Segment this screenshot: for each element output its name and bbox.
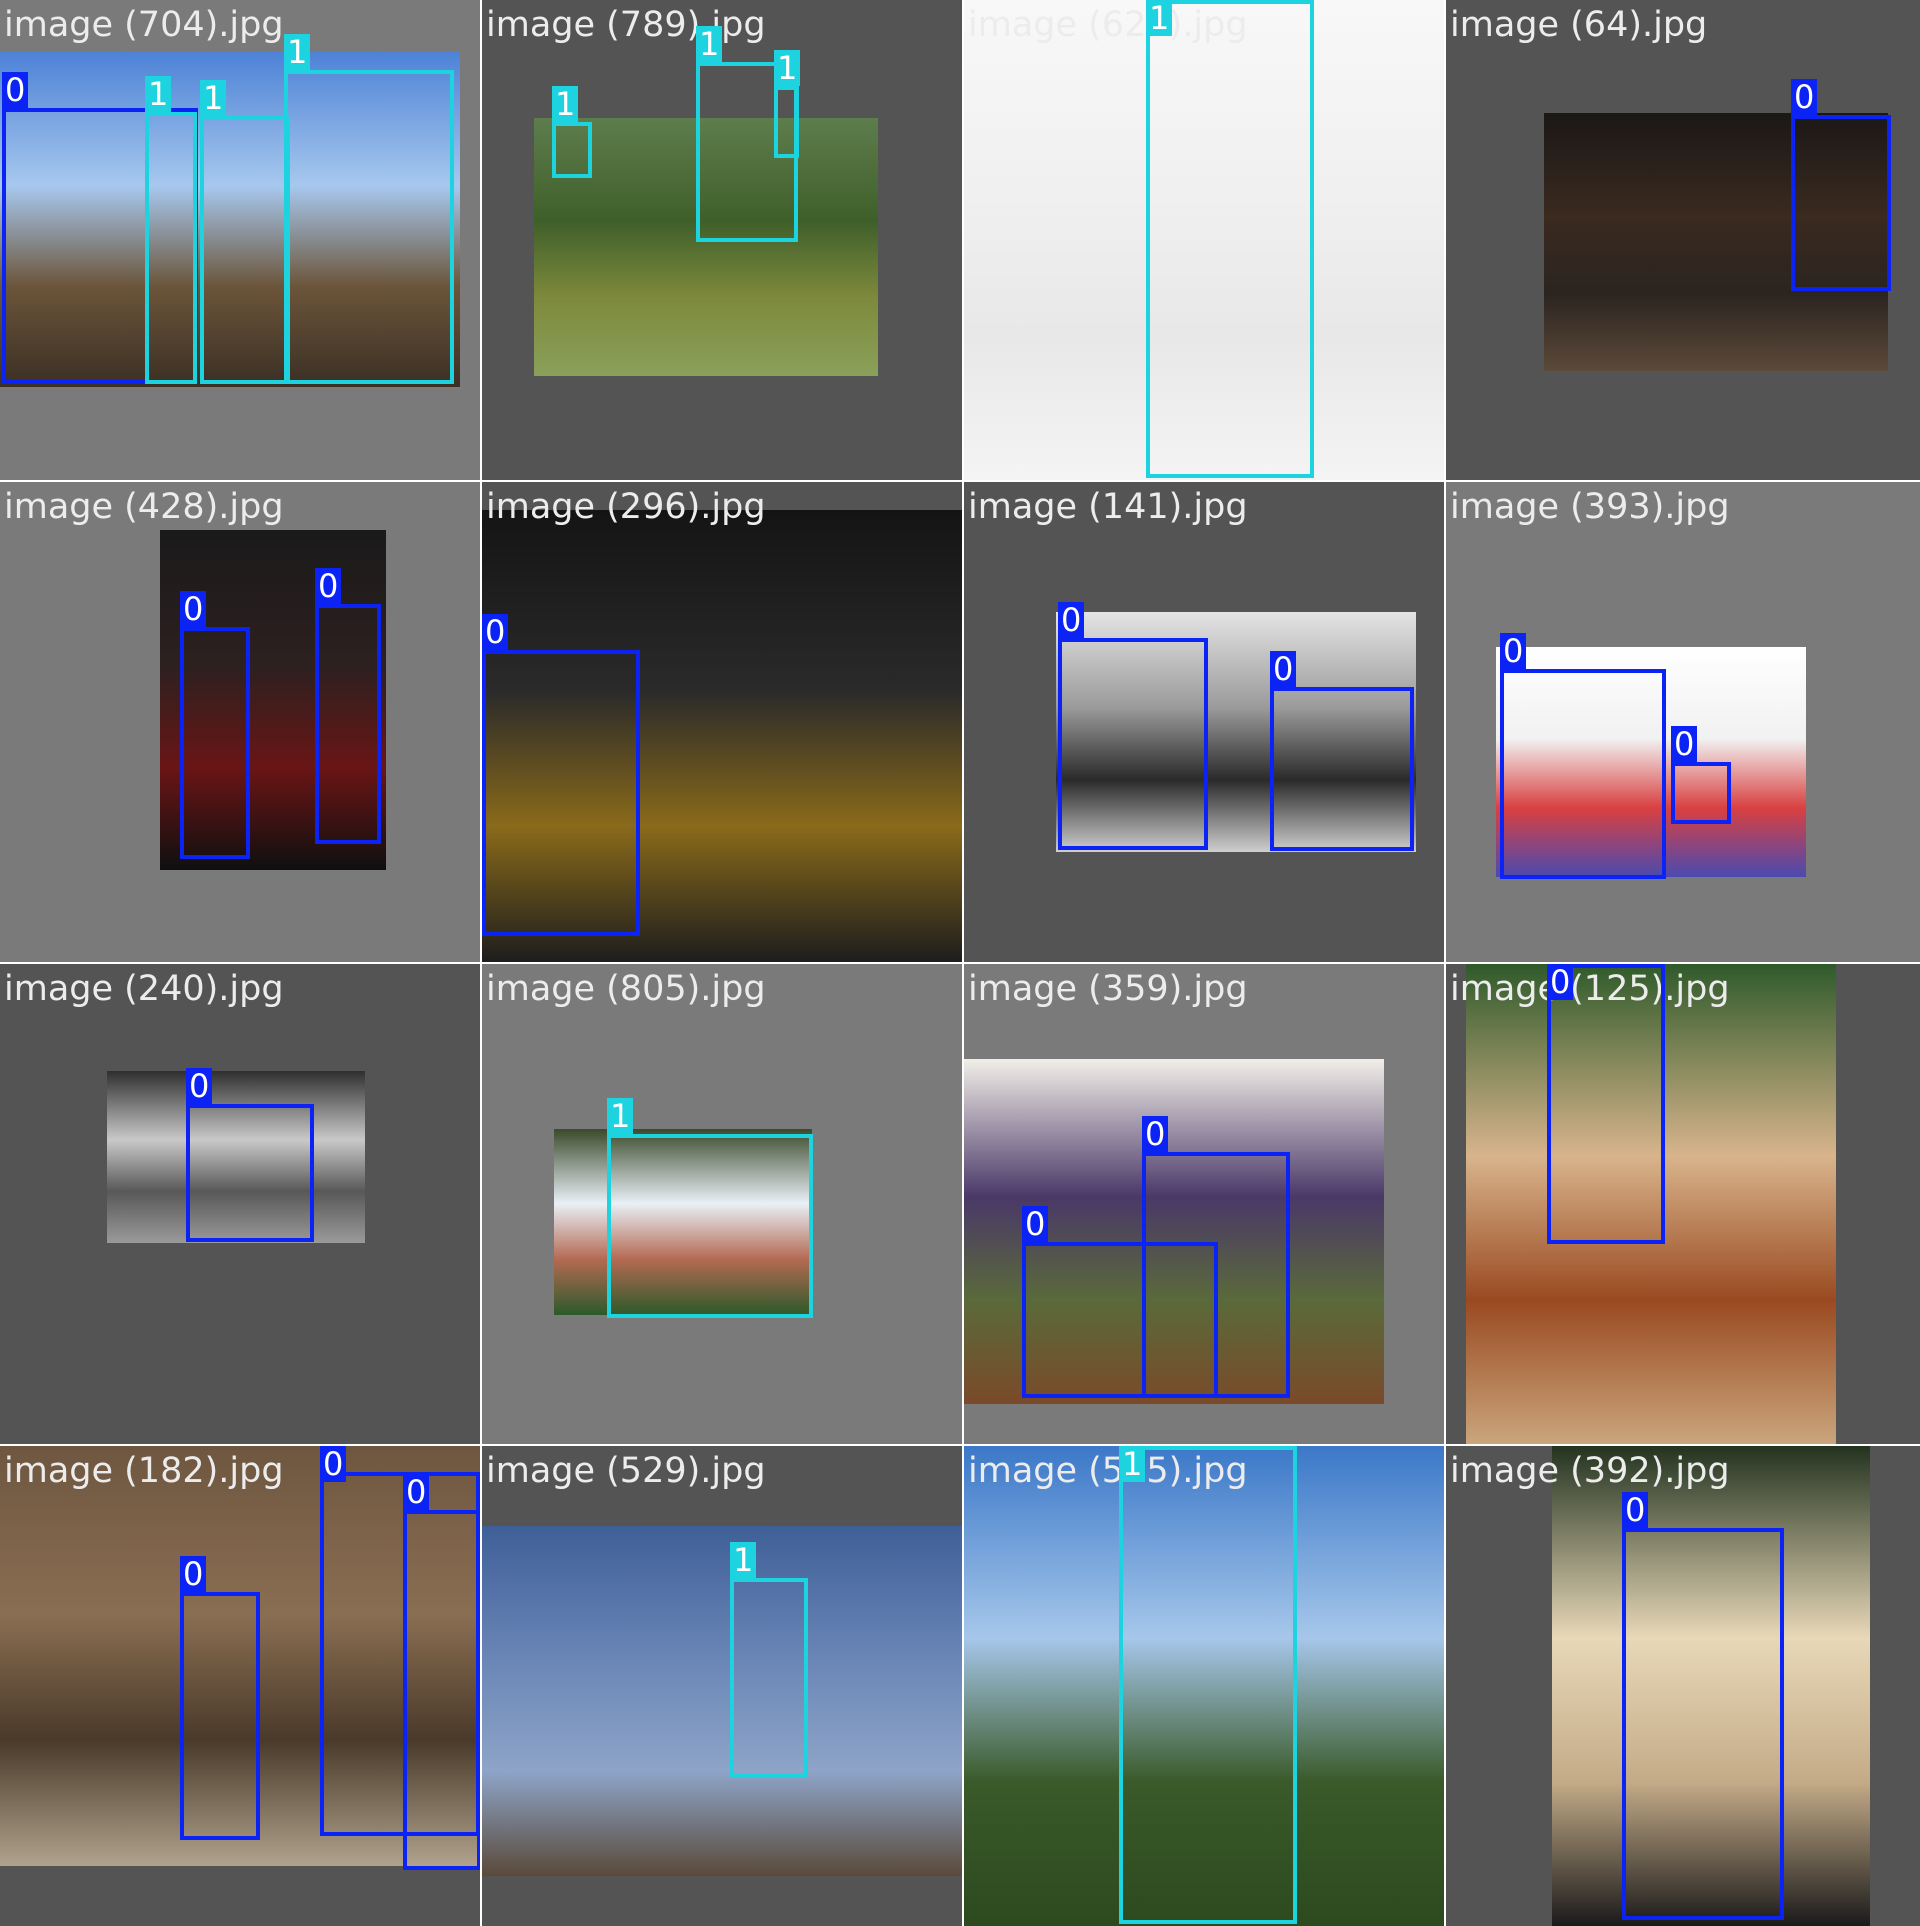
detection-class-label: 1 — [200, 80, 227, 116]
detection-box — [1146, 0, 1314, 478]
tile-filename: image (529).jpg — [486, 1451, 766, 1491]
image-mosaic-grid: image (704).jpg 0 1 1 1 image (789).jpg 1 1 1 ima… — [0, 0, 1920, 1926]
detection-class-label: 0 — [180, 591, 207, 627]
tile-filename: image (393).jpg — [1450, 487, 1730, 527]
detection-box — [1058, 638, 1208, 850]
detection-class-label: 0 — [180, 1556, 207, 1592]
detection-class-label: 1 — [552, 86, 579, 122]
detection-class-label: 0 — [1058, 602, 1085, 638]
detection-box — [180, 1592, 260, 1840]
image-tile: image (529).jpg 1 — [482, 1446, 962, 1926]
detection-class-label: 0 — [2, 72, 29, 108]
image-tile: image (240).jpg 0 — [0, 964, 480, 1444]
detection-class-label: 1 — [730, 1542, 757, 1578]
detection-class-label: 0 — [186, 1068, 213, 1104]
detection-class-label: 0 — [320, 1446, 347, 1482]
image-tile: image (141).jpg 0 0 — [964, 482, 1444, 962]
image-tile: image (125).jpg 0 — [1446, 964, 1920, 1444]
detection-box — [1142, 1152, 1290, 1398]
detection-box — [1622, 1528, 1784, 1920]
detection-class-label: 1 — [774, 50, 801, 86]
detection-class-label: 0 — [403, 1474, 430, 1510]
detection-class-label: 1 — [1119, 1446, 1146, 1482]
detection-class-label: 0 — [1622, 1492, 1649, 1528]
detection-class-label: 1 — [145, 76, 172, 112]
detection-class-label: 0 — [1270, 651, 1297, 687]
detection-box — [1671, 762, 1731, 824]
detection-box — [1547, 964, 1665, 1244]
detection-box — [200, 116, 290, 384]
detection-box — [774, 86, 799, 158]
image-tile: image (392).jpg 0 — [1446, 1446, 1920, 1926]
detection-box — [145, 112, 197, 384]
tile-filename: image (64).jpg — [1450, 5, 1708, 45]
image-tile: image (789).jpg 1 1 1 — [482, 0, 962, 480]
image-tile: image (805).jpg 1 — [482, 964, 962, 1444]
detection-box — [552, 122, 592, 178]
detection-class-label: 0 — [482, 614, 509, 650]
detection-box — [403, 1510, 480, 1870]
detection-box — [1500, 669, 1666, 879]
image-tile: image (64).jpg 0 — [1446, 0, 1920, 480]
image-tile: image (296).jpg 0 — [482, 482, 962, 962]
detection-box — [180, 627, 250, 859]
detection-class-label: 0 — [1142, 1116, 1169, 1152]
image-tile: image (575).jpg 1 — [964, 1446, 1444, 1926]
detection-class-label: 0 — [1547, 964, 1574, 1000]
detection-class-label: 0 — [1791, 79, 1818, 115]
tile-filename: image (392).jpg — [1450, 1451, 1730, 1491]
detection-class-label: 0 — [315, 568, 342, 604]
detection-box — [730, 1578, 808, 1778]
detection-class-label: 0 — [1500, 633, 1527, 669]
detection-box — [1119, 1446, 1297, 1924]
detection-box — [315, 604, 381, 844]
detection-box — [1270, 687, 1414, 851]
tile-filename: image (296).jpg — [486, 487, 766, 527]
image-tile: image (393).jpg 0 0 — [1446, 482, 1920, 962]
detection-class-label: 0 — [1671, 726, 1698, 762]
detection-class-label: 1 — [1146, 0, 1173, 36]
image-tile: image (629).jpg 1 — [964, 0, 1444, 480]
detection-box — [284, 70, 454, 384]
detection-class-label: 0 — [1022, 1206, 1049, 1242]
detection-box — [1791, 115, 1891, 291]
tile-filename: image (141).jpg — [968, 487, 1248, 527]
detection-class-label: 1 — [607, 1098, 634, 1134]
tile-filename: image (805).jpg — [486, 969, 766, 1009]
detection-class-label: 1 — [284, 34, 311, 70]
tile-filename: image (359).jpg — [968, 969, 1248, 1009]
image-tile: image (428).jpg 0 0 — [0, 482, 480, 962]
image-tile: image (182).jpg 0 0 0 — [0, 1446, 480, 1926]
detection-class-label: 1 — [696, 26, 723, 62]
tile-filename: image (704).jpg — [4, 5, 284, 45]
image-tile: image (704).jpg 0 1 1 1 — [0, 0, 480, 480]
tile-filename: image (789).jpg — [486, 5, 766, 45]
tile-filename: image (240).jpg — [4, 969, 284, 1009]
tile-filename: image (182).jpg — [4, 1451, 284, 1491]
detection-box — [186, 1104, 314, 1242]
image-tile: image (359).jpg 0 0 — [964, 964, 1444, 1444]
detection-box — [482, 650, 640, 936]
tile-photo — [482, 1526, 962, 1876]
tile-filename: image (428).jpg — [4, 487, 284, 527]
detection-box — [607, 1134, 813, 1318]
